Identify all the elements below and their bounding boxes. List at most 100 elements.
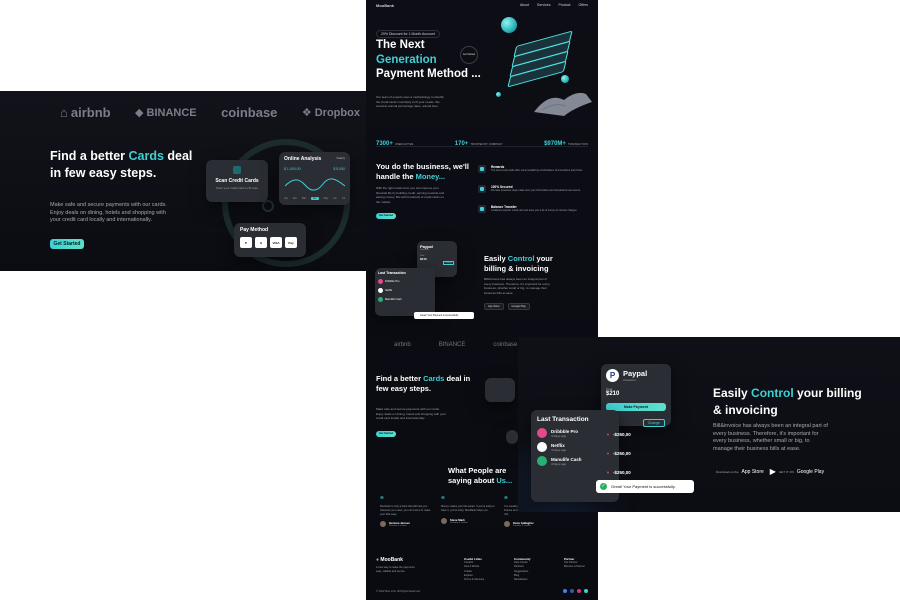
nav-link-about[interactable]: About xyxy=(520,3,529,8)
billing-title: Easily Control your billing & invoicing xyxy=(484,254,553,273)
get-started-button[interactable]: Get Started xyxy=(50,239,84,249)
scan-card-title: Scan Credit Cards xyxy=(215,178,259,184)
month-tabs: Jan Feb Mar Apr May Jun Jul xyxy=(284,197,345,200)
testimonial-card: “ Moobank is truly a bank that will help… xyxy=(380,495,436,528)
send-icon xyxy=(478,205,486,213)
avatar xyxy=(441,517,447,524)
section-description: Make safe and secure payments with our c… xyxy=(50,202,167,223)
apple-pay-option[interactable]: Pay xyxy=(285,237,297,248)
brand-logo[interactable]: MooBank xyxy=(376,3,394,8)
google-play-button[interactable]: Google Play xyxy=(507,303,530,310)
period-select[interactable]: Yearly xyxy=(336,156,345,162)
stat-companies: 170+ TRUSTED BY COMPANY xyxy=(454,141,503,147)
footer-logo[interactable]: ● MooBank xyxy=(376,557,403,563)
section-headline: Find a better Cards deal in few easy ste… xyxy=(50,149,193,180)
find-cards-section: ⌂ airbnb ◆ BINANCE coinbase ❖ Dropbox Fi… xyxy=(0,91,373,271)
paypal-icon: P xyxy=(606,369,619,382)
stat-transactions: $970M+ TRANSACTION xyxy=(544,141,588,147)
google-pay-option[interactable]: G xyxy=(255,237,267,248)
social-links xyxy=(563,589,588,593)
feature-secured: 100% Secured We take proactive steps make… xyxy=(478,185,588,193)
pay-method-title: Pay Method xyxy=(240,227,269,233)
arrow-down-icon: ▼ xyxy=(606,432,610,437)
testimonials-title: What People are saying about Us... xyxy=(448,466,513,485)
month-tab[interactable]: Feb xyxy=(293,197,297,200)
footer-link[interactable]: Terms & Services xyxy=(464,578,484,582)
netflix-icon xyxy=(537,442,547,452)
app-store-button[interactable]: Download on the App Store xyxy=(713,467,764,476)
nav-link-services[interactable]: Services xyxy=(537,3,550,8)
twitter-icon[interactable] xyxy=(563,589,567,593)
paypal-option[interactable]: P xyxy=(240,237,252,248)
coinbase-logo: coinbase xyxy=(221,105,278,120)
month-tab[interactable]: Jun xyxy=(333,197,337,200)
month-tab[interactable]: Jan xyxy=(284,197,288,200)
facebook-icon[interactable] xyxy=(570,589,574,593)
stats-row: 7300+ USER ACTIVE 170+ TRUSTED BY COMPANY … xyxy=(376,132,588,150)
toast-message: Great! Your Payment is successfully. xyxy=(611,484,676,489)
billing-section: P Paypal Checkout Total $210 Change Make … xyxy=(518,337,900,512)
paypal-name: Paypal xyxy=(623,369,648,378)
shield-icon xyxy=(478,185,486,193)
month-tab[interactable]: May xyxy=(323,197,328,200)
app-store-button[interactable]: App Store xyxy=(484,303,504,310)
partner-logos: ⌂ airbnb ◆ BINANCE coinbase ❖ Dropbox xyxy=(60,105,360,120)
transaction-amount: ▼ -$250,00 xyxy=(606,451,631,456)
robot-hand-illustration xyxy=(534,92,592,116)
copyright: © 2022 Moo Link. All Rights Reserved. xyxy=(376,590,421,593)
top-nav: MooBank About Services Product Offers xyxy=(376,3,588,8)
visa-option[interactable]: VISA xyxy=(270,237,282,248)
manulife-icon xyxy=(537,456,547,466)
cards-get-started-button[interactable]: Get Started xyxy=(376,431,396,437)
arrow-down-icon: ▼ xyxy=(606,451,610,456)
footer-col-partner: Partner Our Partner Become a Partner xyxy=(564,557,585,569)
last-transaction-title: Last Transaction xyxy=(537,416,589,423)
cards-desc: Make safe and secure payments with our c… xyxy=(376,407,446,420)
month-tab-active[interactable]: Apr xyxy=(310,197,319,200)
billing-desc: Bill&Invoice has always been an integral… xyxy=(484,277,550,295)
decorative-sphere xyxy=(496,92,501,97)
store-badges: Download on the App Store ▶ GET IT ON Googl… xyxy=(713,467,824,476)
binance-logo: BINANCE xyxy=(438,342,466,348)
arrow-down-icon: ▼ xyxy=(606,470,610,475)
linkedin-icon[interactable] xyxy=(584,589,588,593)
nav-link-offers[interactable]: Offers xyxy=(579,3,588,8)
decorative-ring-small xyxy=(262,200,274,212)
transaction-amount: ▼ -$250,00 xyxy=(606,470,631,475)
pay-method-widget: Pay Method P G VISA Pay xyxy=(234,223,306,257)
nav-link-product[interactable]: Product xyxy=(558,3,570,8)
mini-lt-title: Last Transaction xyxy=(378,271,406,275)
hero-description: Our team of experts uses a methodology t… xyxy=(376,95,444,108)
mini-change-button[interactable]: Change xyxy=(442,261,454,265)
change-button[interactable]: Change xyxy=(642,419,665,427)
transaction-row[interactable]: Manulife Cash 4 Days ago xyxy=(537,456,613,466)
analysis-right-value: $ 5,000 xyxy=(333,167,345,171)
business-title: You do the business, we'll handle the Mo… xyxy=(376,162,469,181)
star-icon xyxy=(478,165,486,173)
dribbble-icon xyxy=(537,428,547,438)
month-tab[interactable]: Mar xyxy=(302,197,306,200)
transaction-row[interactable]: Dribbble Pro 4 Days ago xyxy=(537,428,613,438)
quote-icon: “ xyxy=(380,495,384,504)
business-get-started-button[interactable]: Get Started xyxy=(376,213,396,219)
footer-col-useful-links: Useful Links Content How it Works Create… xyxy=(464,557,485,582)
manulife-icon xyxy=(378,297,383,302)
testimonial-card: “ Money makes your life easier. If you'r… xyxy=(441,495,497,524)
cards-title: Find a better Cards deal in few easy ste… xyxy=(376,374,471,393)
instagram-icon[interactable] xyxy=(577,589,581,593)
analysis-left-value: $ 1,000.00 xyxy=(284,167,301,171)
footer-link[interactable]: Newsletters xyxy=(514,578,531,582)
total-amount: $210 xyxy=(606,391,620,397)
billing-description: Bill&invoice has always been an integral… xyxy=(713,423,828,452)
quote-icon: “ xyxy=(441,495,445,504)
mini-pay-card xyxy=(506,430,518,444)
transaction-row[interactable]: Netflix 4 Days ago xyxy=(537,442,613,452)
footer-tagline: A new way to make the payments easy, rel… xyxy=(376,566,415,573)
mini-lt-row: Netflix xyxy=(378,288,432,293)
airbnb-logo: ⌂ airbnb xyxy=(60,105,111,120)
get-started-badge[interactable]: Get Started xyxy=(460,46,478,64)
divider xyxy=(376,146,588,147)
google-play-button[interactable]: ▶ GET IT ON Google Play xyxy=(770,467,824,476)
footer-link[interactable]: Become a Partner xyxy=(564,565,585,569)
month-tab[interactable]: Jul xyxy=(342,197,345,200)
